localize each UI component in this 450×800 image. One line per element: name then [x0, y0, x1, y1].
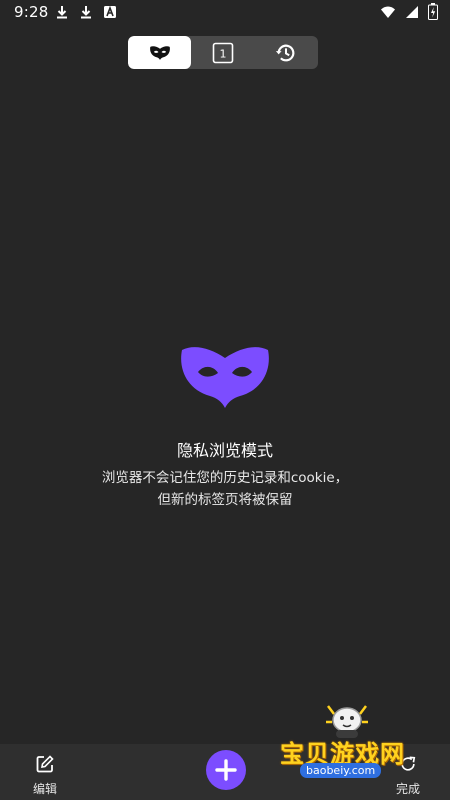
- download-icon: [81, 6, 91, 19]
- gamepad-mascot-icon: [326, 705, 368, 738]
- edit-button[interactable]: 编辑: [26, 754, 64, 797]
- tab-history[interactable]: [255, 36, 318, 69]
- wifi-icon: [381, 6, 395, 18]
- notification-icons: [54, 4, 118, 20]
- incognito-mask-icon: [149, 45, 170, 60]
- tab-normal-tabs[interactable]: 1: [191, 36, 254, 69]
- text-icon: [104, 5, 116, 18]
- bottom-toolbar: 编辑 完成: [0, 744, 450, 800]
- history-icon: [276, 44, 295, 61]
- tab-count-icon: 1: [212, 42, 234, 63]
- description-line-1: 浏览器不会记住您的历史记录和cookie，: [101, 470, 349, 486]
- plus-icon: [215, 759, 237, 781]
- status-bar: 9:28: [0, 0, 450, 24]
- edit-label: 编辑: [32, 782, 57, 796]
- signal-icon: [406, 5, 418, 18]
- tab-incognito[interactable]: [128, 36, 192, 69]
- done-label: 完成: [395, 782, 420, 796]
- incognito-description: 浏览器不会记住您的历史记录和cookie， 但新的标签页将被保留: [60, 467, 390, 511]
- status-time: 9:28: [14, 3, 49, 21]
- battery-icon: [428, 3, 438, 20]
- incognito-mask-icon: [181, 347, 269, 408]
- system-icons: [380, 3, 438, 20]
- tab-count: 1: [219, 47, 226, 60]
- download-icon: [57, 6, 67, 19]
- done-button[interactable]: 完成: [388, 754, 428, 797]
- add-tab-button[interactable]: [206, 750, 246, 790]
- description-line-2: 但新的标签页将被保留: [157, 492, 293, 508]
- mode-switch: 1: [128, 36, 318, 69]
- incognito-title: 隐私浏览模式: [176, 441, 273, 460]
- edit-icon: [36, 755, 54, 773]
- refresh-icon: [401, 756, 416, 771]
